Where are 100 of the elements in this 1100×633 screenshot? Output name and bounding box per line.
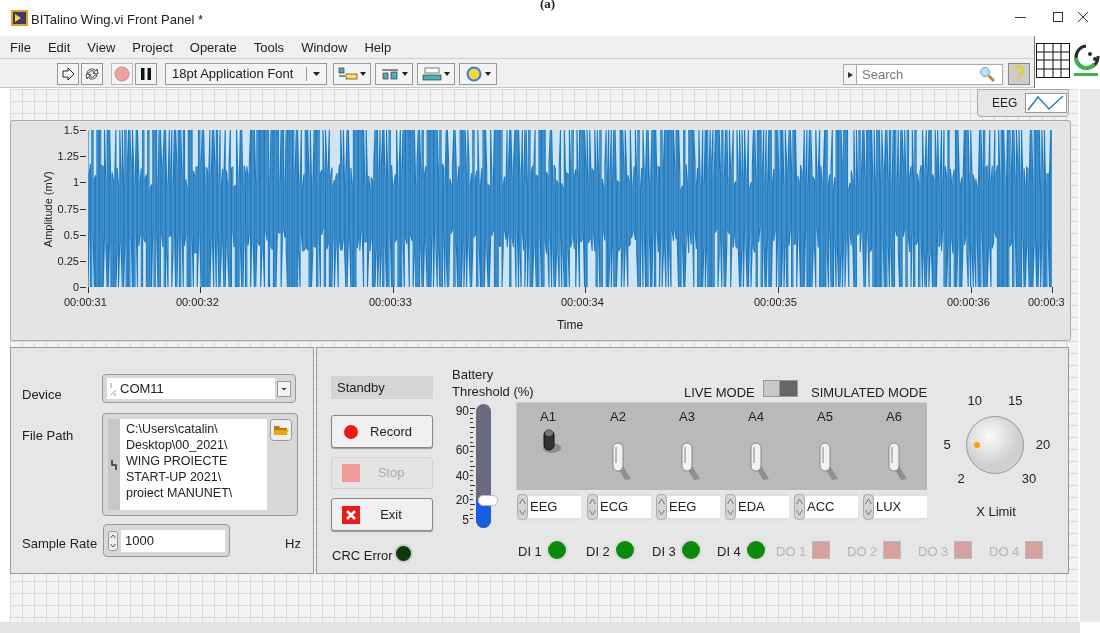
mode-switch[interactable] xyxy=(763,380,798,397)
tick-label: 60 xyxy=(454,444,469,456)
pause-icon xyxy=(141,68,151,80)
menu-item[interactable]: Edit xyxy=(45,38,73,58)
menu-item[interactable]: Project xyxy=(130,38,175,58)
spinner-icon xyxy=(656,494,667,520)
run-continuously-button[interactable] xyxy=(81,63,103,85)
menu-item[interactable]: Help xyxy=(362,38,394,58)
dial-tick-label: 30 xyxy=(1020,471,1038,486)
tick-label: 00:00:3 xyxy=(1028,296,1065,308)
menu-item[interactable]: Tools xyxy=(251,38,287,58)
menu-item[interactable]: Operate xyxy=(187,38,239,58)
reorder-button[interactable] xyxy=(459,63,497,85)
channel-label: A4 xyxy=(747,408,765,426)
stop-square-icon xyxy=(342,464,360,482)
spinner-icon xyxy=(517,494,528,520)
menu-item[interactable]: View xyxy=(85,38,118,58)
spinner-icon xyxy=(108,530,118,551)
run-button[interactable] xyxy=(57,63,79,85)
tick-label: 0.25 xyxy=(56,254,79,267)
channel-label: A2 xyxy=(609,408,627,426)
field-label: Sample Rate xyxy=(22,535,98,553)
align-button[interactable] xyxy=(333,63,371,85)
io-icon xyxy=(109,380,118,397)
tick-label: 00:00:33 xyxy=(369,296,412,308)
mode-label: LIVE MODE xyxy=(684,384,755,402)
ring-selector[interactable]: EEG xyxy=(656,493,720,521)
record-dot-icon xyxy=(342,422,360,441)
device-dropdown[interactable]: COM11 xyxy=(102,374,296,403)
dial-pointer xyxy=(974,442,980,448)
search-icon xyxy=(979,66,995,82)
tick-label: 00:00:34 xyxy=(561,296,604,308)
slider-label: Battery Threshold (%) xyxy=(452,366,534,400)
dial-knob[interactable] xyxy=(965,415,1025,475)
ring-selector[interactable]: EEG xyxy=(517,493,581,521)
dial-tick-label: 20 xyxy=(1034,438,1052,452)
minimize-icon[interactable] xyxy=(1015,17,1026,19)
font-dropdown[interactable]: 18pt Application Font xyxy=(165,63,327,85)
channel-label: A6 xyxy=(885,408,903,426)
mode-label: SIMULATED MODE xyxy=(811,384,928,402)
resize-button[interactable] xyxy=(417,63,455,85)
scrollbar[interactable] xyxy=(1080,89,1100,622)
exit-button[interactable]: Exit xyxy=(331,498,433,531)
resize-icon xyxy=(422,67,442,81)
ring-selector[interactable]: ECG xyxy=(587,493,651,521)
file-path-field[interactable]: C:\Users\catalin\ Desktop\00_2021\ WING PROIECTE START-UP 2021\ proiect MANUNET\ xyxy=(102,413,298,516)
axis-title: Amplitude (mV) xyxy=(40,170,55,250)
scrollbar[interactable] xyxy=(0,622,1080,633)
caret-icon xyxy=(444,72,450,76)
io-label: DI 2 xyxy=(586,543,610,561)
dial-label: X Limit xyxy=(975,503,1017,521)
channel-label: A3 xyxy=(678,408,696,426)
tick-label: 1.25 xyxy=(56,150,79,163)
field-label: File Path xyxy=(22,427,74,445)
search-options-button[interactable] xyxy=(843,64,857,85)
distribute-button[interactable] xyxy=(375,63,413,85)
tick-label: 0.5 xyxy=(62,228,79,241)
tick-label: 90 xyxy=(454,405,469,417)
tick-label: 0 xyxy=(71,281,79,293)
ring-selector[interactable]: LUX xyxy=(863,493,927,521)
channel-label: A1 xyxy=(539,408,557,426)
tick-label: 0.75 xyxy=(56,202,79,215)
menu-item[interactable]: File xyxy=(8,38,33,58)
maximize-icon[interactable] xyxy=(1053,12,1063,22)
logo-icon xyxy=(1072,42,1100,78)
close-icon xyxy=(342,505,360,524)
arrow-icon xyxy=(61,67,75,81)
caret-icon xyxy=(360,72,366,76)
dial-tick-label: 15 xyxy=(1007,394,1024,409)
ring-selector[interactable]: EDA xyxy=(725,493,789,521)
sample-rate-field[interactable]: 1000 xyxy=(103,524,230,557)
spinner-icon xyxy=(587,494,598,520)
tick-label: 00:00:32 xyxy=(176,296,219,308)
tick-label: 20 xyxy=(454,494,469,506)
cycle-arrows-icon xyxy=(84,67,100,81)
line-style-icon xyxy=(1025,93,1068,113)
window-title: BITalino Wing.vi Front Panel * xyxy=(31,11,203,29)
indicator-label: CRC Error xyxy=(332,547,393,565)
pause-button[interactable] xyxy=(135,63,157,85)
spinner-icon xyxy=(863,494,874,520)
search-field[interactable]: Search xyxy=(857,64,1003,85)
menu-item[interactable]: Window xyxy=(299,38,350,58)
battery-slider[interactable] xyxy=(476,404,499,528)
tick-label: 5 xyxy=(461,514,469,526)
status-indicator: Standby xyxy=(330,375,434,400)
record-button[interactable]: Record xyxy=(331,415,433,448)
help-button[interactable] xyxy=(1008,63,1030,85)
io-label: DI 3 xyxy=(652,543,676,561)
dial-tick-label: 2 xyxy=(956,471,966,486)
align-icon xyxy=(338,67,358,81)
app-icon xyxy=(11,10,28,26)
io-label: DI 4 xyxy=(717,543,741,561)
legend-label: EEG xyxy=(992,95,1018,112)
io-label: DI 1 xyxy=(518,543,542,561)
caret-icon xyxy=(277,380,291,397)
slider-thumb[interactable] xyxy=(478,494,498,506)
ring-selector[interactable]: ACC xyxy=(794,493,858,521)
expand-arrow-icon xyxy=(847,71,853,78)
spinner-icon xyxy=(725,494,736,520)
close-icon[interactable] xyxy=(1078,12,1088,22)
